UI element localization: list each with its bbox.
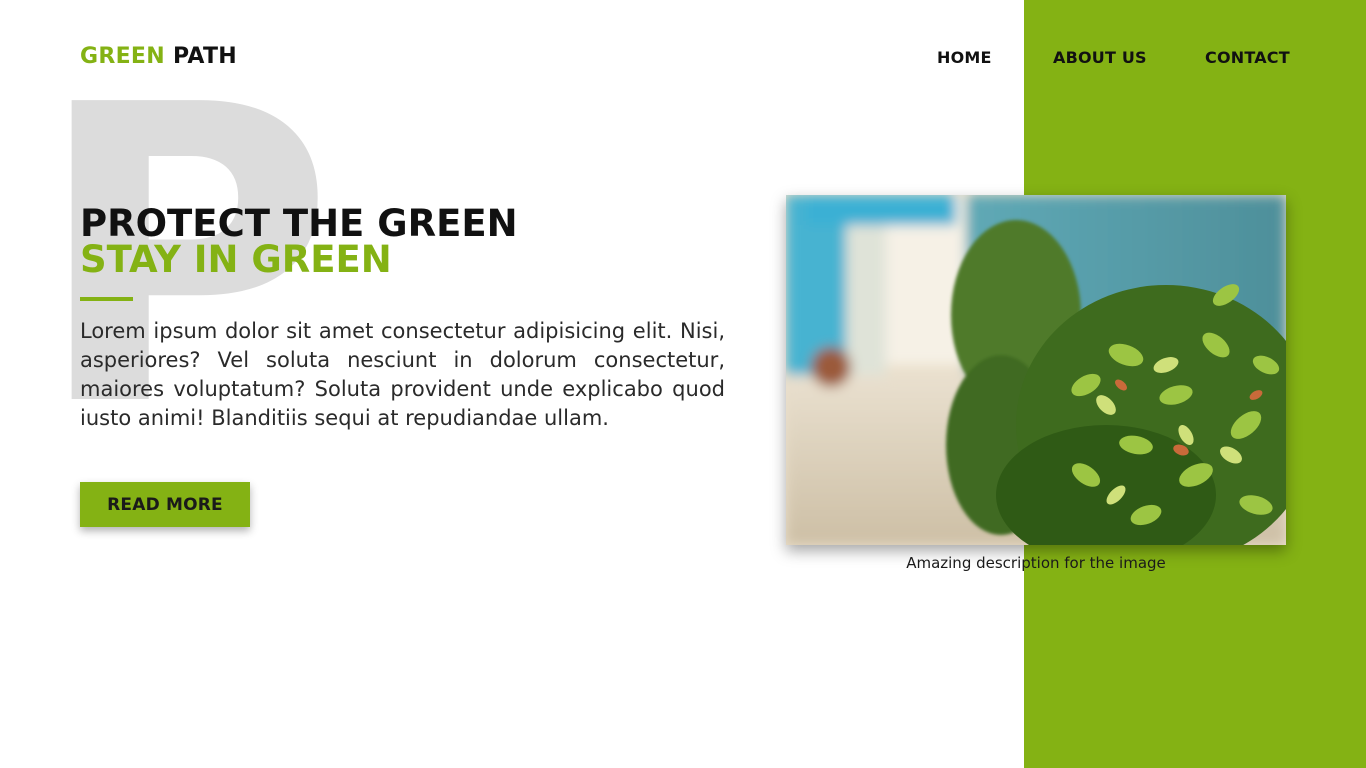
nav-contact-link[interactable]: CONTACT <box>1205 48 1290 72</box>
hero-description: Lorem ipsum dolor sit amet consectetur a… <box>80 319 725 430</box>
read-more-button[interactable]: READ MORE <box>80 482 250 527</box>
image-caption: Amazing description for the image <box>906 554 1166 572</box>
hero-title: PROTECT THE GREEN STAY IN GREEN <box>80 202 518 281</box>
hero-title-line2: STAY IN GREEN <box>80 238 392 281</box>
nav-about-link[interactable]: ABOUT US <box>1053 48 1147 72</box>
nav-home-link[interactable]: HOME <box>937 48 992 72</box>
plant-photo <box>786 195 1286 545</box>
title-divider <box>80 297 133 301</box>
hero-title-line1: PROTECT THE GREEN <box>80 202 518 245</box>
